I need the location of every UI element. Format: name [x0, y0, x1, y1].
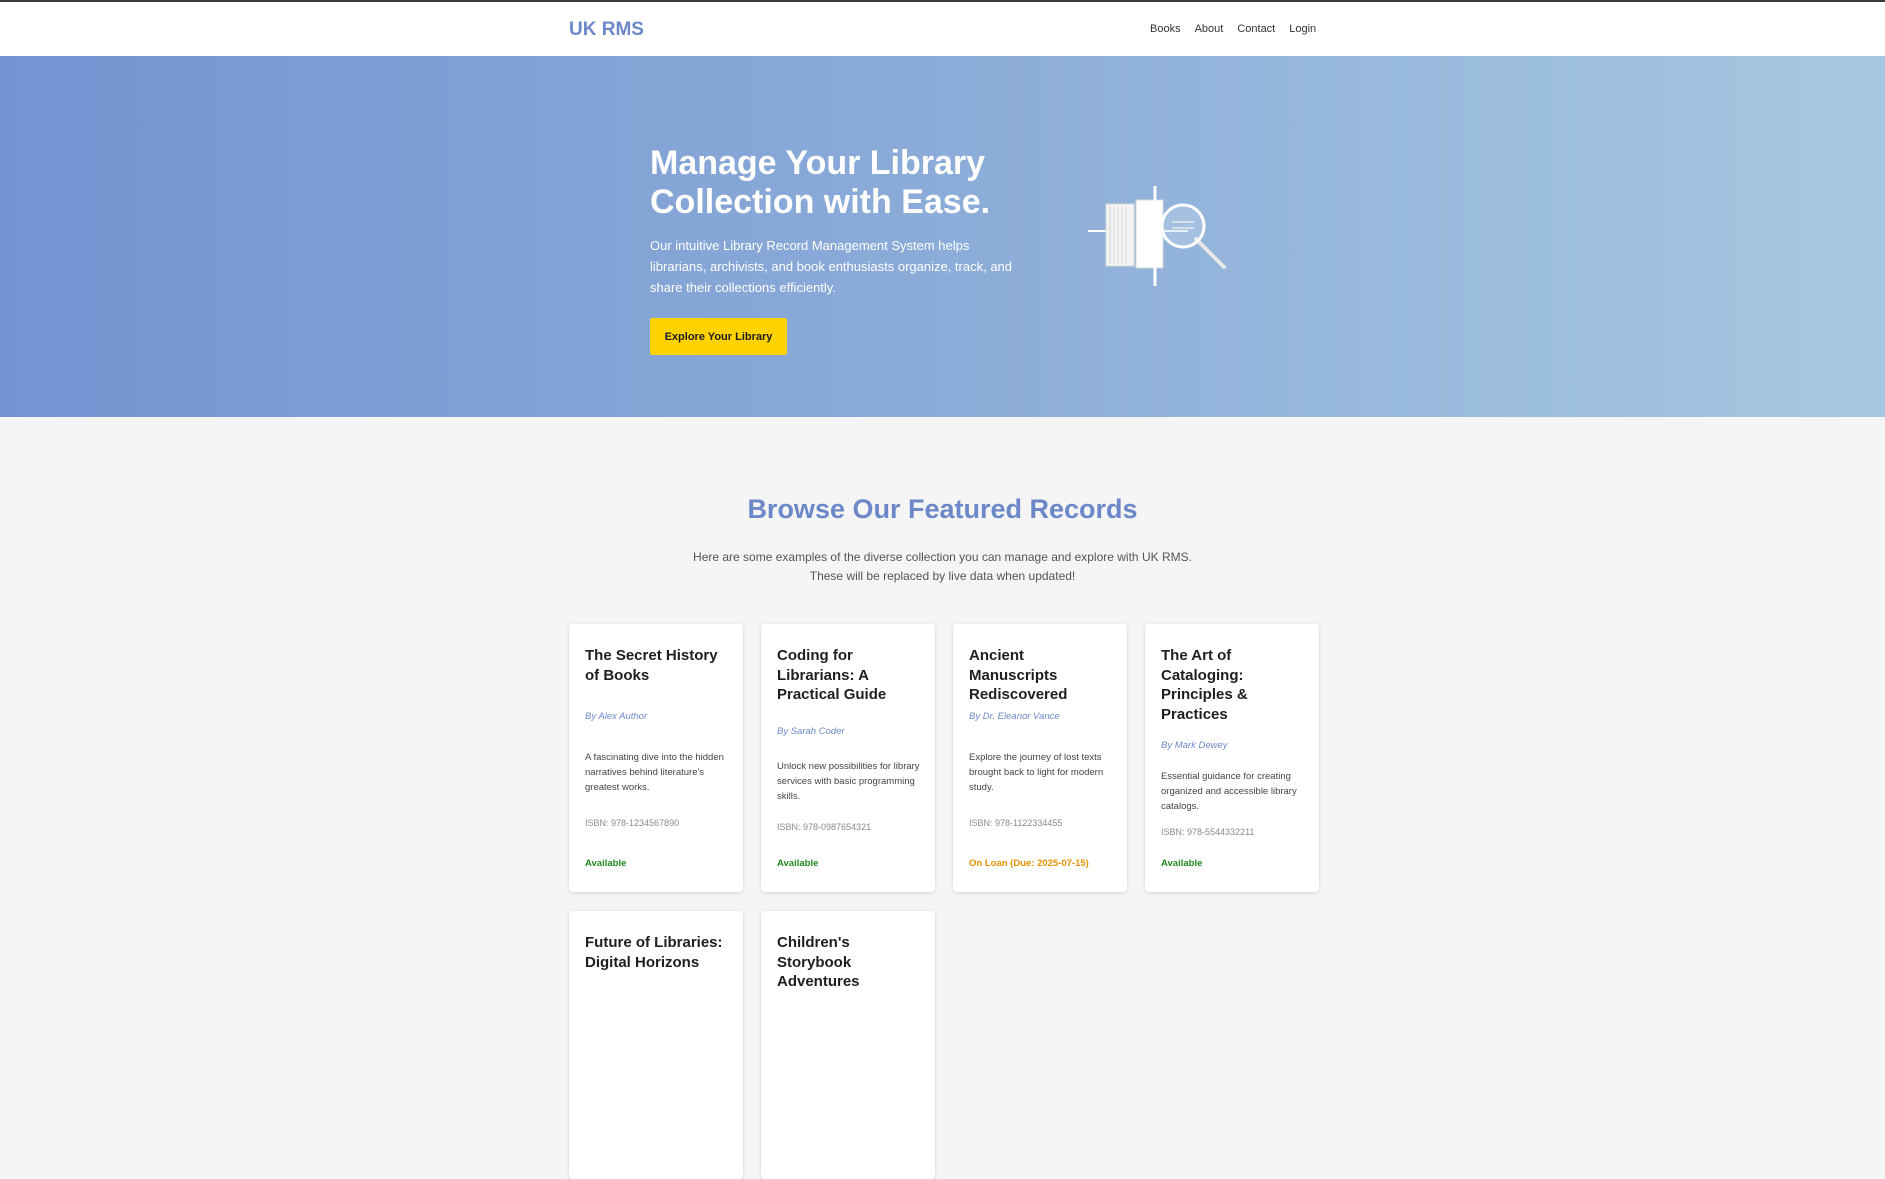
explore-library-button[interactable]: Explore Your Library	[650, 318, 787, 355]
featured-section-subtitle: Here are some examples of the diverse co…	[0, 548, 1885, 586]
record-status-badge: Available	[585, 858, 627, 869]
featured-subtitle-line-1: Here are some examples of the diverse co…	[693, 550, 1192, 564]
record-title[interactable]: Coding for Librarians: A Practical Guide	[777, 646, 923, 705]
record-author: By Alex Author	[585, 711, 648, 722]
record-author: By Mark Dewey	[1161, 740, 1228, 751]
featured-subtitle-line-2: These will be replaced by live data when…	[809, 569, 1076, 583]
record-title[interactable]: The Secret History of Books	[585, 646, 731, 685]
record-description: Unlock new possibilities for library ser…	[777, 761, 920, 802]
record-description: A fascinating dive into the hidden narra…	[585, 752, 724, 793]
record-title[interactable]: Children's Storybook Adventures	[777, 933, 923, 992]
brand-logo[interactable]: UK RMS	[569, 19, 644, 41]
record-status-badge: Available	[777, 858, 819, 869]
hero-title: Manage Your Library Collection with Ease…	[650, 144, 991, 221]
record-title[interactable]: Future of Libraries: Digital Horizons	[585, 933, 731, 972]
book-magnifier-icon	[1088, 186, 1226, 286]
record-card[interactable]: Children's Storybook Adventures	[761, 911, 935, 1179]
record-status-badge: Available	[1161, 858, 1203, 869]
record-card[interactable]: The Art of Cataloging: Principles & Prac…	[1145, 624, 1319, 892]
record-title[interactable]: Ancient Manuscripts Rediscovered	[969, 646, 1115, 705]
record-status-badge: On Loan (Due: 2025-07-15)	[969, 858, 1089, 869]
site-header: UK RMS Books About Contact Login	[0, 2, 1885, 56]
hero-description: Our intuitive Library Record Management …	[650, 238, 1013, 295]
nav-login-link[interactable]: Login	[1289, 23, 1316, 35]
record-description: Essential guidance for creating organize…	[1161, 771, 1297, 812]
record-card[interactable]: Ancient Manuscripts Rediscovered By Dr. …	[953, 624, 1127, 892]
record-isbn: ISBN: 978-1122334455	[969, 818, 1063, 828]
nav-contact-link[interactable]: Contact	[1237, 23, 1275, 35]
record-isbn: ISBN: 978-0987654321	[777, 822, 872, 832]
main-nav: Books About Contact Login	[1150, 23, 1330, 35]
record-title[interactable]: The Art of Cataloging: Principles & Prac…	[1161, 646, 1307, 724]
hero-section: Manage Your Library Collection with Ease…	[0, 56, 1885, 417]
record-card[interactable]: Coding for Librarians: A Practical Guide…	[761, 624, 935, 892]
record-card[interactable]: The Secret History of Books By Alex Auth…	[569, 624, 743, 892]
featured-section-title: Browse Our Featured Records	[747, 494, 1138, 524]
nav-about-link[interactable]: About	[1195, 23, 1224, 35]
record-card[interactable]: Future of Libraries: Digital Horizons	[569, 911, 743, 1179]
record-author: By Dr. Eleanor Vance	[969, 711, 1060, 722]
record-description: Explore the journey of lost texts brough…	[969, 752, 1104, 793]
nav-books-link[interactable]: Books	[1150, 23, 1181, 35]
record-author: By Sarah Coder	[777, 726, 845, 737]
record-isbn: ISBN: 978-1234567890	[585, 818, 680, 828]
record-isbn: ISBN: 978-5544332211	[1161, 827, 1255, 837]
